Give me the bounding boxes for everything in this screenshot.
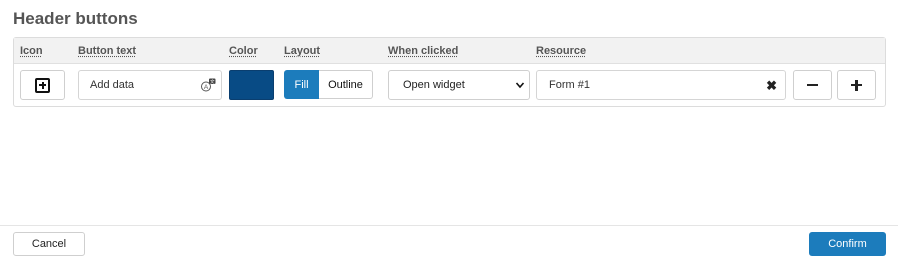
layout-fill-option[interactable]: Fill (284, 70, 319, 99)
column-header-resource: Resource (536, 45, 587, 57)
remove-row-button[interactable] (793, 70, 832, 100)
column-header-layout: Layout (284, 45, 321, 57)
icon-picker-button[interactable] (20, 70, 65, 100)
svg-text:文: 文 (210, 78, 215, 85)
header-buttons-table: Icon Button text Color Layout When click… (13, 37, 886, 107)
when-clicked-value: Open widget (403, 79, 465, 91)
add-row-button[interactable] (837, 70, 876, 100)
resource-field[interactable]: Form #1 ✖ (536, 70, 786, 100)
column-header-icon: Icon (20, 45, 43, 57)
translate-icon[interactable]: A 文 (200, 78, 216, 92)
layout-outline-option[interactable]: Outline (319, 70, 373, 99)
color-swatch[interactable] (229, 70, 274, 100)
dialog-footer: Cancel Confirm (0, 225, 898, 261)
table-header: Icon Button text Color Layout When click… (14, 38, 885, 64)
confirm-button[interactable]: Confirm (809, 232, 886, 256)
button-text-input[interactable]: Add data A 文 (78, 70, 222, 100)
plus-square-icon (35, 77, 50, 93)
svg-text:A: A (204, 84, 209, 91)
resource-value: Form #1 (549, 79, 590, 91)
button-text-value: Add data (90, 79, 135, 91)
column-header-when-clicked: When clicked (388, 45, 459, 57)
minus-icon (807, 83, 818, 87)
dialog-title: Header buttons (13, 9, 138, 28)
plus-icon (851, 79, 862, 91)
cancel-button[interactable]: Cancel (13, 232, 85, 256)
clear-icon[interactable]: ✖ (766, 71, 777, 101)
column-header-color: Color (229, 45, 258, 57)
chevron-down-icon (515, 82, 525, 89)
column-header-button-text: Button text (78, 45, 137, 57)
when-clicked-select[interactable]: Open widget (388, 70, 530, 100)
